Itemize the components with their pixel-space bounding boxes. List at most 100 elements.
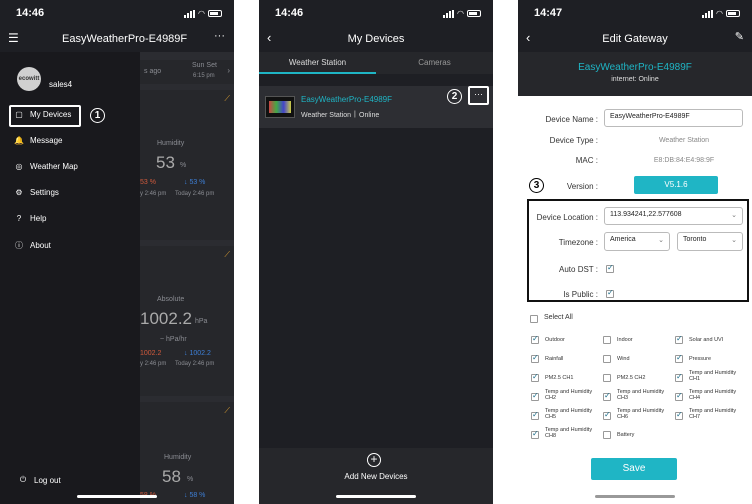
option-label: Temp and Humidity CH5 — [545, 408, 593, 420]
option-checkbox[interactable] — [603, 374, 611, 382]
option-checkbox[interactable] — [531, 429, 539, 439]
device-name-input[interactable]: EasyWeatherPro-E4989F — [604, 109, 743, 127]
version-button[interactable]: V5.1.6 — [634, 176, 718, 194]
menu-item-label: Settings — [30, 188, 59, 197]
option-label: PM2.5 CH1 — [545, 375, 574, 381]
chart-icon[interactable]: ⟋ — [224, 250, 230, 260]
device-row[interactable]: EasyWeatherPro-E4989F Weather Station | … — [259, 86, 493, 128]
pressure-high-time: y 2:46 pm — [140, 361, 167, 367]
humidity-high: 53 % — [140, 179, 156, 186]
is-public-checkbox[interactable] — [606, 288, 614, 298]
option-checkbox[interactable] — [603, 410, 611, 420]
signal-icon — [184, 9, 196, 18]
option-checkbox[interactable] — [603, 336, 611, 344]
timezone-label: Timezone : — [558, 238, 598, 247]
updated-ago: s ago — [144, 68, 162, 75]
select-all-checkbox[interactable] — [530, 315, 538, 323]
device-name-label: Device Name : — [545, 115, 598, 124]
pressure-label: Absolute — [157, 296, 185, 303]
option-label: Solar and UVI — [689, 337, 724, 343]
option-checkbox[interactable] — [603, 355, 611, 363]
humidity-label: Humidity — [157, 140, 185, 147]
add-device-label[interactable]: Add New Devices — [259, 472, 493, 481]
avatar[interactable]: ecowitt — [17, 67, 41, 91]
bell-icon: 🔔 — [14, 136, 24, 145]
location-label: Device Location : — [536, 213, 598, 222]
more-button[interactable]: ··· — [468, 86, 489, 105]
humidity-card: ⟋ Humidity 53 % 53 % ↓ 53 % y 2:46 pm To… — [140, 90, 234, 240]
option-checkbox[interactable] — [675, 353, 683, 363]
header: ‹ My Devices — [259, 28, 493, 52]
device-type-value: Weather Station — [658, 137, 710, 144]
pressure-high: 1002.2 — [140, 350, 162, 357]
tab-bar: Weather Station Cameras — [259, 52, 493, 74]
screen-menu: 14:46 ◠ ☰ EasyWeatherPro-E4989F ··· s ag… — [0, 0, 234, 504]
home-indicator — [336, 495, 416, 498]
pressure-low: ↓ 1002.2 — [184, 350, 211, 357]
map-pin-icon: ◎ — [15, 162, 23, 171]
active-tab-indicator — [259, 72, 376, 74]
hamburger-icon[interactable]: ☰ — [8, 31, 19, 45]
menu-item[interactable]: ◎ Weather Map — [14, 162, 78, 171]
status-icons: ◠ — [443, 9, 481, 18]
chart-icon[interactable]: ⟋ — [224, 94, 230, 104]
logout-label: Log out — [34, 475, 61, 485]
option-checkbox[interactable] — [675, 372, 683, 382]
option-checkbox[interactable] — [675, 410, 683, 420]
mac-value: E8:DB:84:E4:98:9F — [653, 157, 715, 164]
step-number: 1 — [90, 108, 105, 123]
option-checkbox[interactable] — [675, 391, 683, 401]
menu-item[interactable]: ⚙ Settings — [14, 188, 59, 197]
timezone-region-select[interactable]: America ⌄ — [604, 232, 670, 251]
option-label: Temp and Humidity CH4 — [689, 389, 737, 401]
menu-item[interactable]: ⓘ About — [14, 240, 51, 251]
option-checkbox[interactable] — [531, 334, 539, 344]
location-select[interactable]: 113.934241,22.577608 ⌄ — [604, 207, 743, 225]
header: ☰ EasyWeatherPro-E4989F ··· — [0, 28, 234, 52]
option-label: Temp and Humidity CH3 — [617, 389, 665, 401]
timezone-region-value: America — [610, 236, 636, 243]
humidity2-unit: % — [187, 476, 194, 483]
tab-cameras[interactable]: Cameras — [376, 58, 493, 67]
more-icon[interactable]: ··· — [214, 30, 225, 42]
option-label: Temp and Humidity CH7 — [689, 408, 737, 420]
option-label: Temp and Humidity CH8 — [545, 427, 593, 439]
menu-item[interactable]: ? Help — [14, 214, 47, 223]
timezone-city-select[interactable]: Toronto ⌄ — [677, 232, 743, 251]
option-checkbox[interactable] — [603, 431, 611, 439]
plus-circle-icon[interactable]: + — [367, 453, 381, 467]
logout-item[interactable]: ⏻ Log out — [18, 475, 61, 485]
chart-icon[interactable]: ⟋ — [224, 406, 230, 416]
save-button[interactable]: Save — [591, 458, 677, 480]
auto-dst-checkbox[interactable] — [606, 263, 614, 273]
avatar-logo: ecowitt — [18, 76, 40, 82]
option-checkbox[interactable] — [531, 372, 539, 382]
wifi-icon: ◠ — [716, 9, 723, 18]
option-label: Battery — [617, 432, 635, 438]
clock: 14:46 — [16, 7, 45, 19]
option-checkbox[interactable] — [531, 410, 539, 420]
option-label: Outdoor — [545, 337, 565, 343]
step-number: 2 — [447, 89, 462, 104]
humidity-high-time: y 2:46 pm — [140, 191, 167, 197]
option-checkbox[interactable] — [675, 334, 683, 344]
home-indicator — [77, 495, 157, 498]
humidity-low: ↓ 53 % — [184, 179, 206, 186]
tab-weather-station[interactable]: Weather Station — [259, 58, 376, 67]
option-checkbox[interactable] — [603, 391, 611, 401]
menu-item-label: Message — [30, 136, 63, 145]
device-name[interactable]: EasyWeatherPro-E4989F — [301, 95, 392, 104]
highlight-box — [9, 105, 81, 127]
option-checkbox[interactable] — [531, 353, 539, 363]
menu-item[interactable]: 🔔 Message — [14, 136, 62, 145]
option-label: Temp and Humidity CH2 — [545, 389, 593, 401]
help-icon: ? — [16, 214, 22, 223]
info-icon: ⓘ — [15, 241, 23, 250]
option-label: Temp and Humidity CH6 — [617, 408, 665, 420]
option-label: Rainfall — [545, 356, 564, 362]
status-icons: ◠ — [702, 9, 740, 18]
humidity2-label: Humidity — [164, 454, 192, 461]
edit-icon[interactable]: ✎ — [735, 30, 744, 43]
option-checkbox[interactable] — [531, 391, 539, 401]
pressure-low-time: Today 2:46 pm — [175, 361, 215, 367]
